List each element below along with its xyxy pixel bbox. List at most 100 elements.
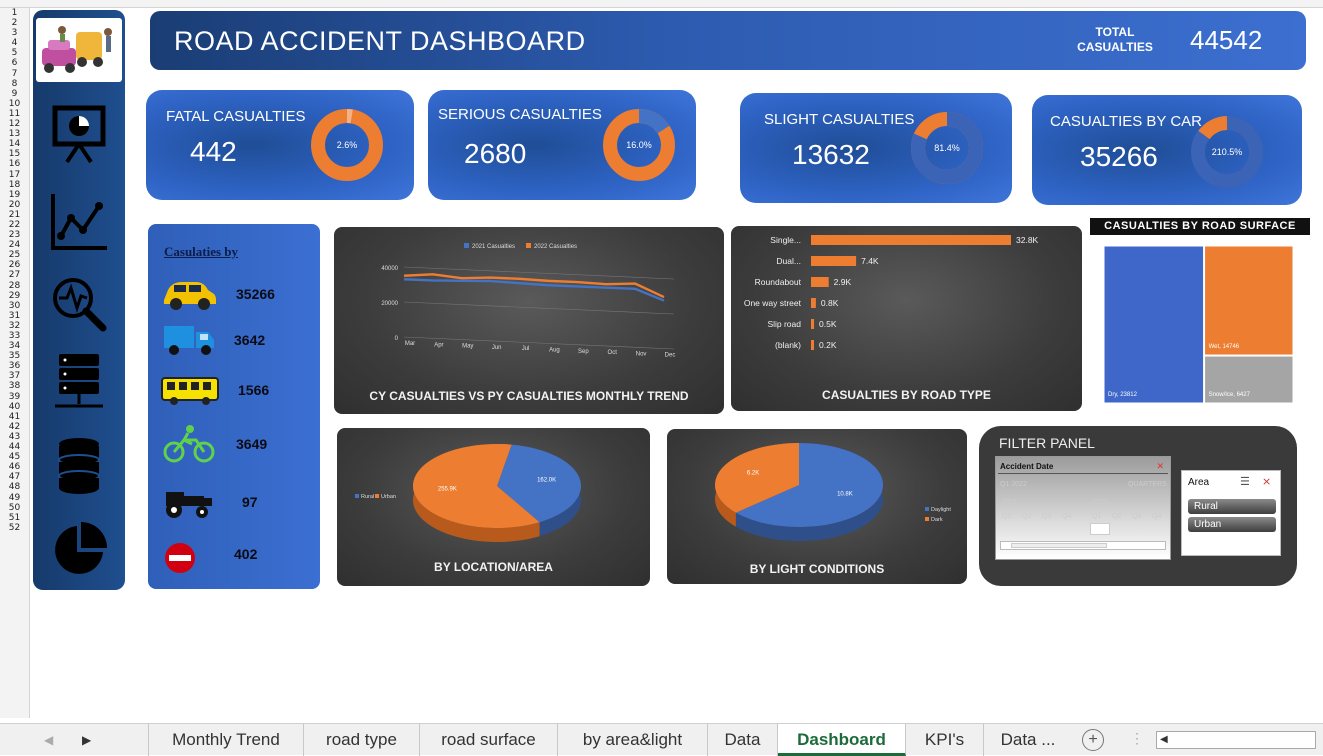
row-number[interactable]: 5 <box>0 48 29 58</box>
kpi-card-fatal[interactable]: FATAL CASUALTIES 442 2.6% <box>146 90 414 200</box>
server-icon[interactable] <box>47 350 111 414</box>
row-header-numbers[interactable]: 1 2 3 4 5 6 7 8 9 10 11 12 13 14 15 16 17 18 19 20 21 22 23 24 2… <box>0 8 30 718</box>
tab-scroll-left-icon[interactable]: ◀ <box>44 733 53 747</box>
row-number[interactable]: 52 <box>0 523 29 533</box>
row-number[interactable]: 22 <box>0 220 29 230</box>
pie-chart-icon[interactable] <box>47 518 111 582</box>
row-number[interactable]: 51 <box>0 513 29 523</box>
timeline-scrollbar[interactable] <box>1000 541 1166 550</box>
tab-split-handle[interactable]: ⋮ <box>1130 730 1144 747</box>
row-number[interactable]: 43 <box>0 432 29 442</box>
row-number[interactable]: 50 <box>0 503 29 513</box>
timeline-level[interactable]: QUARTERS <box>1128 481 1167 488</box>
timeline-quarter[interactable]: Q3 <box>1042 513 1051 520</box>
tab-road-surface[interactable]: road surface <box>420 724 558 756</box>
bar[interactable] <box>811 298 816 308</box>
kpi-card-serious[interactable]: SERIOUS CASUALTIES 2680 16.0% <box>428 90 696 200</box>
row-number[interactable]: 44 <box>0 442 29 452</box>
row-number[interactable]: 8 <box>0 79 29 89</box>
horizontal-scrollbar[interactable]: ◀ <box>1156 731 1316 749</box>
tab-by-area-light[interactable]: by area&light <box>558 724 708 756</box>
treemap-tile[interactable] <box>1204 246 1294 356</box>
line-chart-icon[interactable] <box>47 190 111 254</box>
timeline-quarter[interactable]: Q2 <box>1112 513 1121 520</box>
row-number[interactable]: 9 <box>0 89 29 99</box>
row-number[interactable]: 47 <box>0 472 29 482</box>
row-number[interactable]: 45 <box>0 452 29 462</box>
area-option-rural[interactable]: Rural <box>1188 499 1276 514</box>
location-area-chart[interactable]: 162.0K 255.9K Rural Urban BY LOCATION/AREA <box>337 428 650 586</box>
row-number[interactable]: 21 <box>0 210 29 220</box>
tab-road-type[interactable]: road type <box>304 724 420 756</box>
row-number[interactable]: 37 <box>0 371 29 381</box>
accident-date-timeline[interactable]: Accident Date ✕ Q1 2022 QUARTERS 2021 20… <box>995 456 1171 560</box>
tab-data-more[interactable]: Data ... <box>984 724 1072 756</box>
row-number[interactable]: 13 <box>0 129 29 139</box>
row-number[interactable]: 35 <box>0 351 29 361</box>
timeline-quarter[interactable]: Q2 <box>1022 513 1031 520</box>
row-number[interactable]: 7 <box>0 69 29 79</box>
clear-filter-icon[interactable]: ✕ <box>1156 461 1164 472</box>
row-number[interactable]: 14 <box>0 139 29 149</box>
timeline-selected-block[interactable] <box>1090 523 1110 535</box>
clear-filter-icon[interactable]: ⨯ <box>1262 475 1271 488</box>
bar[interactable] <box>811 319 815 329</box>
row-number[interactable]: 11 <box>0 109 29 119</box>
row-number[interactable]: 30 <box>0 301 29 311</box>
row-number[interactable]: 34 <box>0 341 29 351</box>
row-number[interactable]: 16 <box>0 159 29 169</box>
row-number[interactable]: 10 <box>0 99 29 109</box>
row-number[interactable]: 27 <box>0 270 29 280</box>
add-sheet-icon[interactable]: + <box>1082 729 1104 751</box>
presentation-icon[interactable] <box>47 102 111 166</box>
row-number[interactable]: 29 <box>0 291 29 301</box>
row-number[interactable]: 42 <box>0 422 29 432</box>
row-number[interactable]: 49 <box>0 493 29 503</box>
timeline-quarter[interactable]: Q1 <box>1002 513 1011 520</box>
row-number[interactable]: 2 <box>0 18 29 28</box>
bar[interactable] <box>811 277 829 287</box>
light-conditions-chart[interactable]: 10.8K 6.2K Daylight Dark BY LIGHT CONDITION… <box>667 429 967 584</box>
tab-data[interactable]: Data <box>708 724 778 756</box>
road-type-chart[interactable]: Single... 32.8K Dual... 7.4K Roundabout 2.9K O… <box>731 226 1082 411</box>
row-number[interactable]: 36 <box>0 361 29 371</box>
multi-select-icon[interactable]: ☰ <box>1240 475 1250 488</box>
row-number[interactable]: 15 <box>0 149 29 159</box>
row-number[interactable]: 31 <box>0 311 29 321</box>
row-number[interactable]: 23 <box>0 230 29 240</box>
bar[interactable] <box>811 256 857 266</box>
row-number[interactable]: 38 <box>0 381 29 391</box>
row-number[interactable]: 39 <box>0 392 29 402</box>
tab-monthly-trend[interactable]: Monthly Trend <box>148 724 304 756</box>
timeline-quarter[interactable]: Q3 <box>1132 513 1141 520</box>
road-surface-treemap[interactable]: Dry, 23812 Wet, 14746 Snow/Ice, 6427 <box>1104 246 1294 404</box>
database-icon[interactable] <box>47 434 111 498</box>
scroll-left-arrow-icon[interactable]: ◀ <box>1160 734 1168 745</box>
bar[interactable] <box>811 235 1011 245</box>
row-number[interactable]: 12 <box>0 119 29 129</box>
area-option-urban[interactable]: Urban <box>1188 517 1276 532</box>
column-header-ruler[interactable] <box>0 0 1323 8</box>
kpi-card-car[interactable]: CASUALTIES BY CAR 35266 210.5% <box>1032 95 1302 205</box>
row-number[interactable]: 26 <box>0 260 29 270</box>
monthly-trend-chart[interactable]: 2021 Casualties 2022 Casualties 0 20000 4000… <box>334 227 724 414</box>
row-number[interactable]: 32 <box>0 321 29 331</box>
treemap-tile[interactable] <box>1104 246 1205 404</box>
bar[interactable] <box>811 340 814 350</box>
timeline-scroll-thumb[interactable] <box>1011 543 1107 548</box>
row-number[interactable]: 28 <box>0 281 29 291</box>
row-number[interactable]: 48 <box>0 482 29 492</box>
tab-kpis[interactable]: KPI's <box>906 724 984 756</box>
timeline-quarter[interactable]: Q4 <box>1152 513 1161 520</box>
row-number[interactable]: 24 <box>0 240 29 250</box>
timeline-quarter[interactable]: Q1 <box>1092 513 1101 520</box>
row-number[interactable]: 20 <box>0 200 29 210</box>
kpi-card-slight[interactable]: SLIGHT CASUALTIES 13632 81.4% <box>740 93 1012 203</box>
tab-dashboard[interactable]: Dashboard <box>778 724 906 756</box>
timeline-quarter[interactable]: Q4 <box>1062 513 1071 520</box>
tab-scroll-right-icon[interactable]: ▶ <box>82 733 91 747</box>
row-number[interactable]: 33 <box>0 331 29 341</box>
row-number[interactable]: 17 <box>0 170 29 180</box>
row-number[interactable]: 4 <box>0 38 29 48</box>
row-number[interactable]: 46 <box>0 462 29 472</box>
